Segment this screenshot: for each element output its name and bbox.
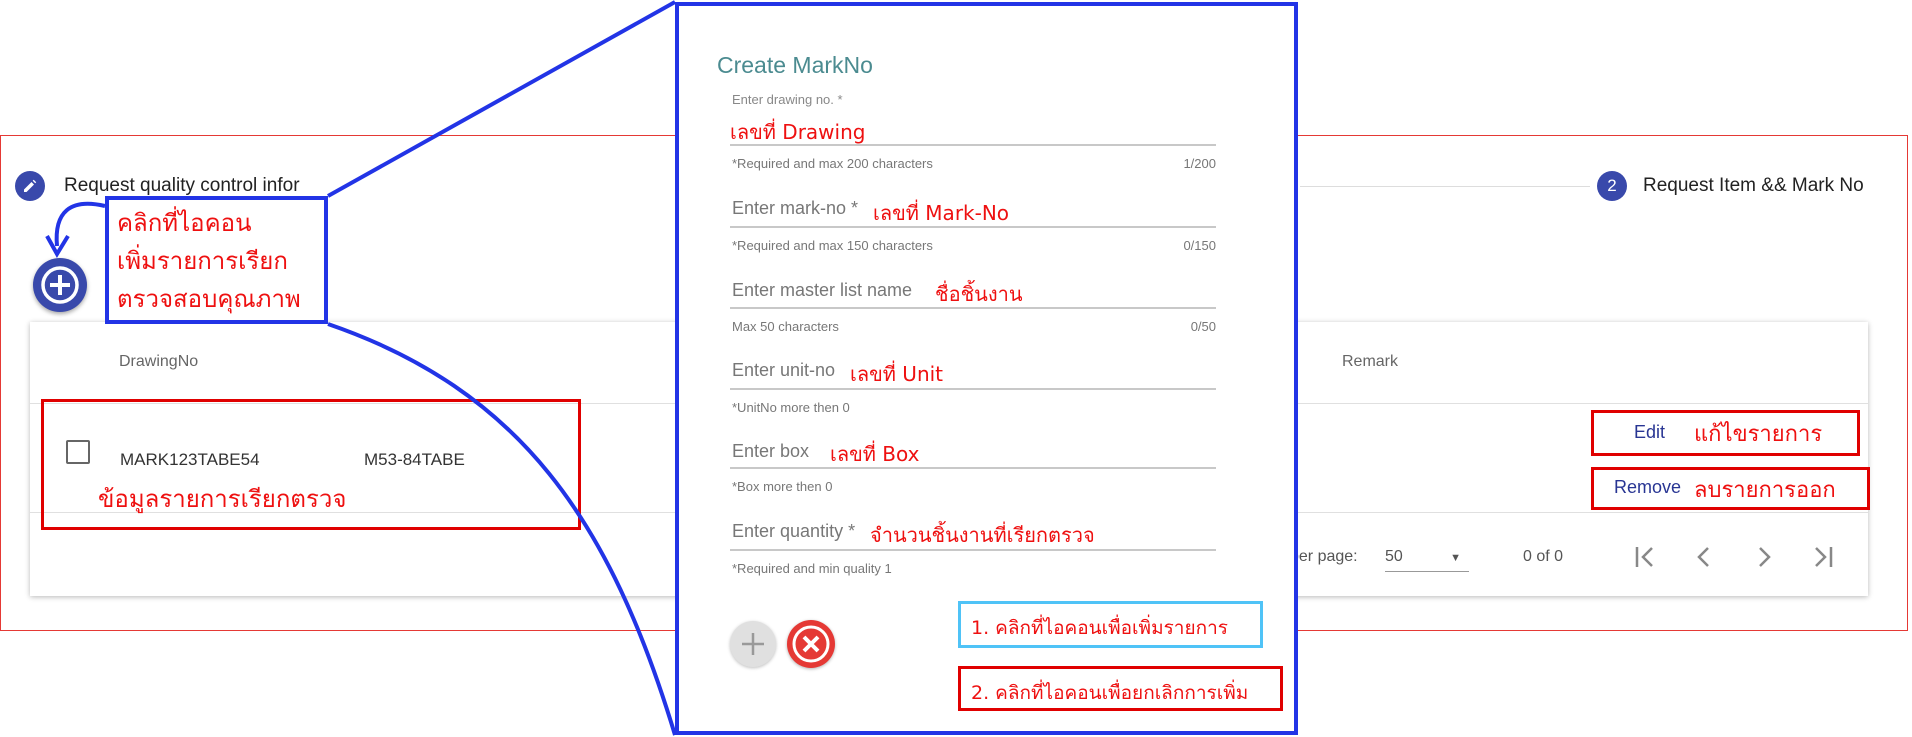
add-button[interactable] <box>730 621 776 667</box>
box-hint: *Box more then 0 <box>732 479 833 494</box>
master-list-underline <box>730 307 1216 309</box>
drawing-no-hint: *Required and max 200 characters <box>732 156 933 171</box>
drawing-no-underline <box>730 144 1216 146</box>
mark-no-label: Enter mark-no * <box>732 198 859 218</box>
unit-no-hint: *UnitNo more then 0 <box>732 400 850 415</box>
unit-no-label: Enter unit-no <box>732 360 836 380</box>
box-input[interactable]: เลขที่ Box <box>830 438 919 470</box>
drawing-no-counter: 1/200 <box>1183 156 1216 171</box>
quantity-label: Enter quantity * <box>732 521 856 541</box>
master-list-label: Enter master list name <box>732 280 913 300</box>
unit-no-underline <box>730 388 1216 390</box>
quantity-input[interactable]: จำนวนชิ้นงานที่เรียกตรวจ <box>870 519 1095 551</box>
master-list-hint: Max 50 characters <box>732 319 839 334</box>
unit-no-input[interactable]: เลขที่ Unit <box>850 358 943 390</box>
cancel-callout-box: 2. คลิกที่ไอคอนเพื่อยกเลิกการเพิ่ม <box>958 666 1283 711</box>
mark-no-input[interactable]: เลขที่ Mark-No <box>873 197 1009 229</box>
mark-no-counter: 0/150 <box>1183 238 1216 253</box>
master-list-counter: 0/50 <box>1190 319 1216 334</box>
mark-no-underline <box>730 226 1216 228</box>
cancel-icon <box>792 625 830 663</box>
master-list-input[interactable]: ชื่อชิ้นงาน <box>935 278 1023 310</box>
add-callout-box: 1. คลิกที่ไอคอนเพื่อเพิ่มรายการ <box>958 601 1263 648</box>
quantity-hint: *Required and min quality 1 <box>732 561 892 576</box>
add-callout-text: 1. คลิกที่ไอคอนเพื่อเพิ่มรายการ <box>971 617 1228 639</box>
box-label: Enter box <box>732 441 810 461</box>
dialog-title: Create MarkNo <box>717 52 873 78</box>
drawing-no-label: Enter drawing no. * <box>732 92 843 107</box>
mark-no-hint: *Required and max 150 characters <box>732 238 933 253</box>
add-icon <box>742 633 764 655</box>
quantity-underline <box>730 549 1216 551</box>
cancel-button[interactable] <box>787 620 835 668</box>
box-underline <box>730 467 1216 469</box>
cancel-callout-text: 2. คลิกที่ไอคอนเพื่อยกเลิกการเพิ่ม <box>971 682 1249 704</box>
